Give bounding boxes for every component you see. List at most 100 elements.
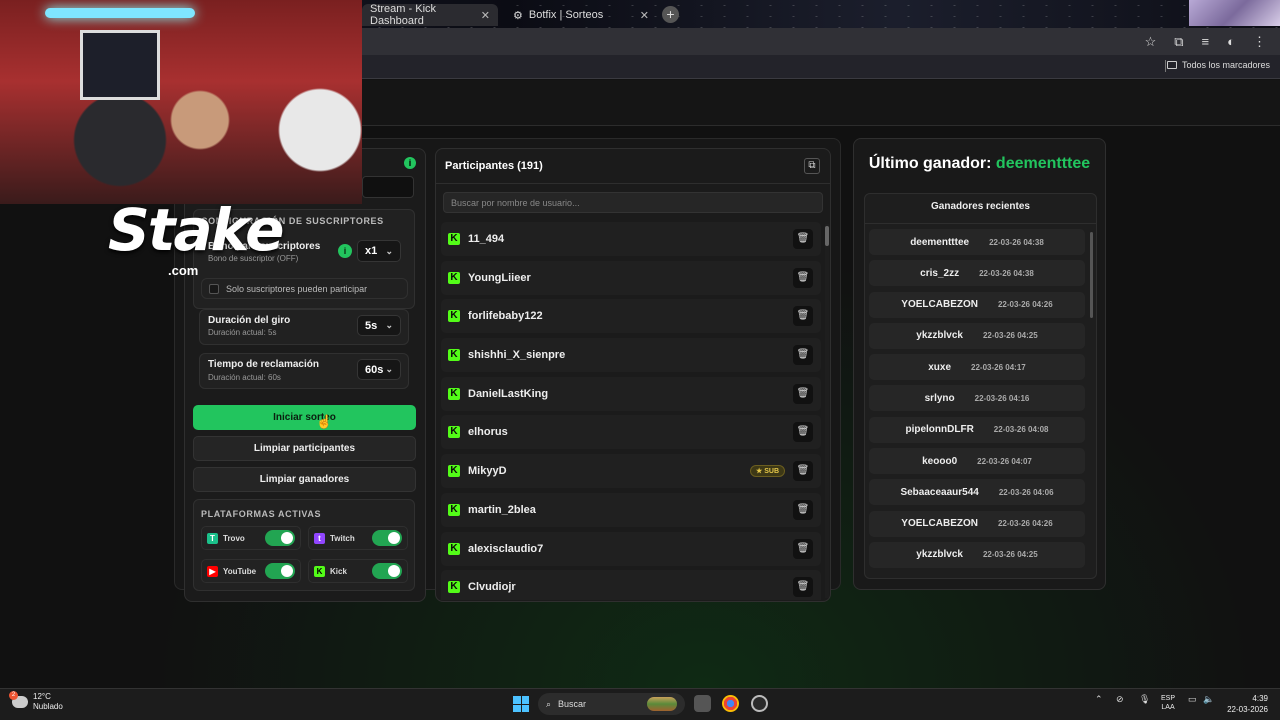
kick-icon: K: [448, 581, 460, 594]
delete-icon[interactable]: 🗑: [793, 306, 813, 327]
info-icon[interactable]: i: [338, 244, 352, 258]
participant-name: DanielLastKing: [468, 387, 549, 400]
participant-row: Kelhorus 🗑: [441, 415, 821, 450]
webcam-light: [45, 8, 195, 18]
delete-icon[interactable]: 🗑: [793, 538, 813, 559]
close-icon[interactable]: ✕: [640, 9, 649, 22]
participant-name: elhorus: [468, 426, 508, 439]
delete-icon[interactable]: 🗑: [793, 345, 813, 366]
winner-row: deementttee 22-03-26 04:38: [869, 229, 1085, 255]
delete-icon[interactable]: 🗑: [793, 499, 813, 520]
winner-name: pipelonnDLFR: [905, 424, 974, 436]
divider: [436, 183, 830, 184]
new-tab-button[interactable]: +: [662, 6, 679, 23]
tab-botfix-sorteos[interactable]: ⚙ Botfix | Sorteos ✕: [505, 4, 657, 26]
copy-icon[interactable]: ⧉: [804, 158, 820, 174]
start-giveaway-button[interactable]: Iniciar sorteo: [193, 405, 416, 430]
claim-time-select[interactable]: 60s ⌄: [357, 359, 401, 380]
delete-icon[interactable]: 🗑: [793, 577, 813, 598]
kick-icon: K: [448, 542, 460, 555]
chrome-icon[interactable]: [722, 695, 739, 712]
profile-thumbnail: [1189, 0, 1280, 26]
all-bookmarks-label: Todos los marcadores: [1181, 60, 1270, 70]
webcam-window: [80, 30, 160, 100]
participant-name: MikyyD: [468, 465, 507, 478]
windows-start-icon[interactable]: [513, 696, 529, 712]
participant-row: K YoungLiieer 🗑: [441, 260, 821, 295]
cloud-icon: 2: [9, 691, 28, 708]
participant-row: K Clvudiojr 🗑: [441, 570, 821, 600]
spin-duration-title: Duración del giro: [208, 315, 291, 326]
clock-time: 4:39: [1252, 694, 1268, 703]
kick-toggle[interactable]: [372, 563, 402, 579]
scrollbar-thumb[interactable]: [825, 226, 829, 246]
participant-row: Kalexisclaudio7 🗑: [441, 531, 821, 566]
participant-name: 11_494: [468, 233, 505, 245]
spin-duration-select[interactable]: 5s ⌄: [357, 315, 401, 336]
stake-logo-sub: .com: [168, 263, 199, 278]
weather-temp: 12°C: [33, 692, 51, 701]
twitch-icon: t: [314, 532, 325, 544]
chevron-up-icon[interactable]: ⌃: [1095, 694, 1103, 705]
extensions-icon[interactable]: ⧉: [1174, 34, 1183, 50]
system-clock[interactable]: 4:39 22-03-2026: [1222, 693, 1268, 715]
weather-condition: Nublado: [33, 702, 63, 711]
platform-label: Trovo: [223, 533, 245, 543]
last-winner-name: deementttee: [995, 155, 1091, 172]
winner-row: ykzzblvck 22-03-26 04:25: [869, 541, 1085, 568]
mouse-cursor-icon: ☝: [316, 414, 333, 429]
sub-multiplier-value: x1: [365, 245, 378, 257]
info-icon[interactable]: i: [404, 157, 416, 169]
obs-icon[interactable]: [751, 695, 768, 712]
weather-widget[interactable]: 2 12°C Nublado: [9, 691, 63, 712]
toolbar-icons: ☆ ⧉ ≡ ◐ ⋮: [1145, 34, 1266, 50]
clear-participants-button[interactable]: Limpiar participantes: [193, 436, 416, 461]
tab-kick-dashboard[interactable]: Stream - Kick Dashboard ✕: [362, 3, 498, 27]
twitch-toggle[interactable]: [372, 530, 402, 546]
only-subs-checkbox[interactable]: [209, 284, 219, 294]
winner-name: YOELCABEZON: [901, 518, 978, 530]
kick-icon: K: [448, 465, 460, 478]
claim-time-value: 60s: [365, 363, 384, 376]
clear-winners-button[interactable]: Limpiar ganadores: [193, 467, 416, 492]
taskbar-search[interactable]: ⌕ Buscar: [538, 693, 685, 715]
kick-icon: K: [448, 349, 460, 362]
reading-list-icon[interactable]: ≡: [1202, 34, 1210, 50]
delete-icon[interactable]: 🗑: [793, 229, 813, 249]
delete-icon[interactable]: 🗑: [793, 383, 813, 404]
winner-time: 22-03-26 04:17: [971, 362, 1026, 372]
task-view-icon[interactable]: [694, 695, 711, 712]
close-icon[interactable]: ✕: [481, 9, 490, 22]
youtube-toggle[interactable]: [265, 563, 295, 579]
sub-badge: ★ SUB: [749, 465, 785, 478]
delete-icon[interactable]: 🗑: [793, 267, 813, 288]
language-indicator[interactable]: ESP LAA: [1161, 694, 1175, 712]
participant-name: alexisclaudio7: [468, 542, 544, 555]
scrollbar-track[interactable]: [825, 224, 829, 598]
star-icon[interactable]: ☆: [1145, 34, 1157, 50]
bookmarks-separator: [1165, 60, 1166, 72]
winner-name: ykzzblvck: [916, 330, 963, 342]
network-off-icon[interactable]: ⊘: [1116, 694, 1124, 705]
all-bookmarks[interactable]: Todos los marcadores: [1166, 60, 1270, 70]
volume-icon[interactable]: 🔈: [1203, 694, 1214, 705]
menu-icon[interactable]: ⋮: [1253, 34, 1266, 50]
delete-icon[interactable]: 🗑: [793, 422, 813, 443]
layout-code: LAA: [1161, 704, 1175, 711]
platform-label: YouTube: [223, 566, 257, 576]
kick-icon: K: [448, 233, 460, 245]
profile-icon[interactable]: ◐: [1227, 34, 1235, 50]
delete-icon[interactable]: 🗑: [793, 461, 813, 482]
winner-row: keooo0 22-03-26 04:07: [869, 448, 1085, 475]
platform-kick: K Kick: [308, 559, 408, 583]
display-icon[interactable]: ▭: [1188, 694, 1197, 705]
divider: [865, 223, 1096, 224]
microphone-icon[interactable]: 🎙: [1139, 694, 1150, 705]
notification-badge: 2: [9, 691, 18, 700]
settings-input[interactable]: [362, 176, 414, 198]
sub-multiplier-select[interactable]: x1 ⌄: [357, 240, 401, 262]
scrollbar-thumb[interactable]: [1090, 232, 1093, 318]
participant-search-input[interactable]: [443, 192, 823, 213]
claim-time-title: Tiempo de reclamación: [208, 359, 319, 370]
trovo-toggle[interactable]: [265, 530, 295, 546]
